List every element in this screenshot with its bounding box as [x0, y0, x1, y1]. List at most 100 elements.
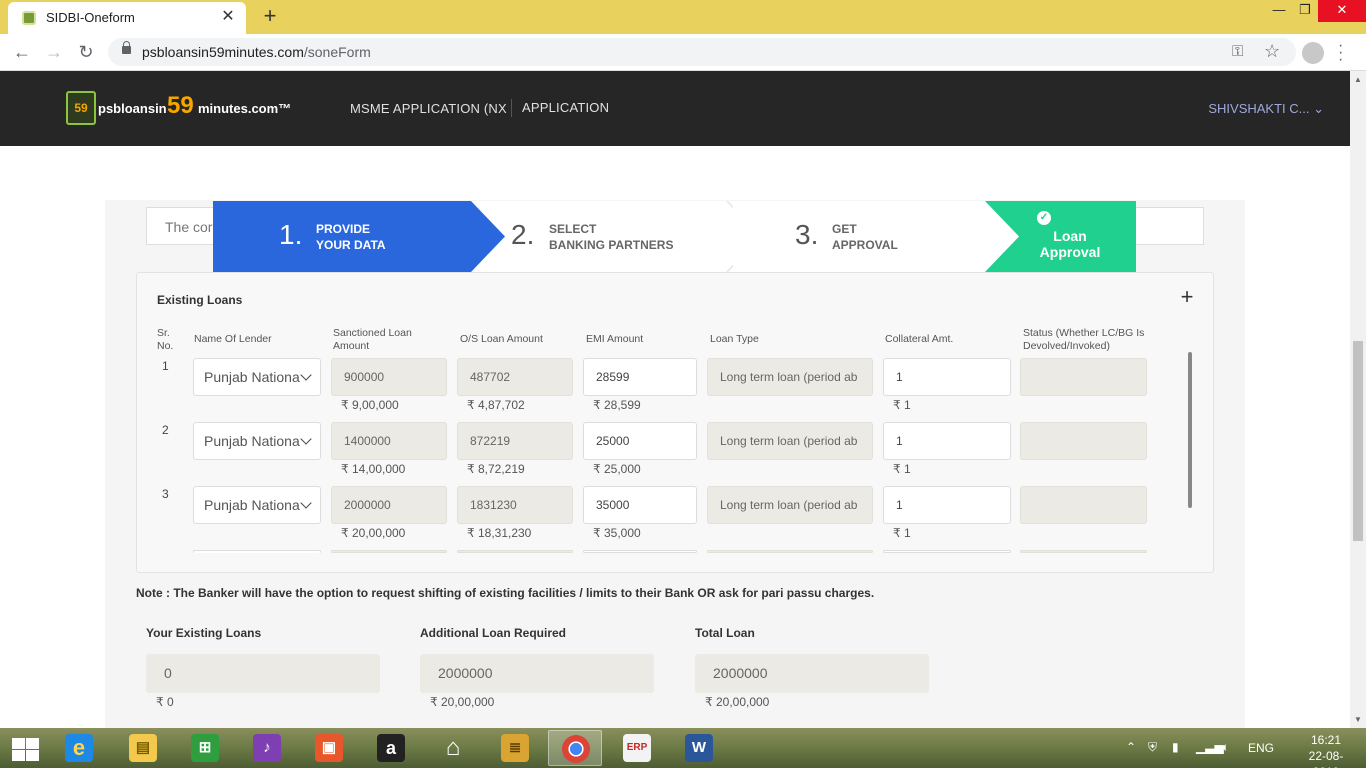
language-indicator[interactable]: ENG — [1248, 741, 1274, 755]
emi-amount-input[interactable]: 28599 — [583, 358, 697, 396]
system-clock[interactable]: 16:21 22-08-2019 — [1296, 732, 1356, 768]
reload-icon[interactable]: ↻ — [74, 40, 98, 64]
sanctioned-amount-field: 900000 — [331, 358, 447, 396]
additional-loan-formatted: ₹ 20,00,000 — [430, 695, 495, 709]
profile-avatar-icon[interactable] — [1302, 42, 1324, 64]
emi-amount-formatted: ₹ 35,000 — [593, 526, 641, 540]
collateral-amount-formatted: ₹ 1 — [893, 462, 911, 476]
col-header-collateral: Collateral Amt. — [885, 333, 954, 345]
os-amount-field: 487702 — [457, 358, 573, 396]
site-favicon-icon — [22, 11, 36, 25]
step-label: Loan Approval — [1039, 228, 1101, 260]
photos-icon[interactable]: ▣ — [302, 730, 356, 766]
scroll-down-icon[interactable]: ▼ — [1354, 715, 1362, 724]
nav-msme-application[interactable]: MSME APPLICATION (NX — [350, 101, 507, 116]
additional-loan-field: 2000000 — [420, 654, 654, 693]
forward-arrow-icon[interactable]: → — [42, 40, 66, 64]
key-icon[interactable]: ⚿ — [1232, 43, 1243, 60]
card-title: Existing Loans — [157, 293, 243, 307]
user-menu[interactable]: SHIVSHAKTI C... ⌄ — [1208, 101, 1324, 117]
existing-loans-total-field: 0 — [146, 654, 380, 693]
tab-title: SIDBI-Oneform — [46, 10, 135, 25]
emi-amount-input[interactable]: 35000 — [583, 486, 697, 524]
collateral-amount-input[interactable]: 1 — [883, 422, 1011, 460]
browser-tab[interactable]: SIDBI-Oneform ✕ — [8, 2, 246, 34]
sanctioned-amount-field: 2000000 — [331, 486, 447, 524]
network-icon[interactable]: ▁▃▅ — [1196, 740, 1224, 754]
step-label: PROVIDE YOUR DATA — [316, 222, 386, 252]
os-amount-formatted: ₹ 4,87,702 — [467, 398, 525, 412]
collateral-amount-input[interactable]: 1 — [883, 358, 1011, 396]
page-scrollbar[interactable]: ▲ ▼ — [1350, 71, 1366, 728]
address-bar[interactable]: psbloansin59minutes.com/soneForm ⚿ ☆ — [108, 38, 1296, 66]
collateral-amount-partial[interactable] — [883, 550, 1011, 553]
tally-icon[interactable]: ERP — [610, 730, 664, 766]
file-explorer-icon[interactable]: ▤ — [116, 730, 170, 766]
col-header-sanctioned: Sanctioned Loan Amount — [333, 327, 412, 352]
chevron-down-icon — [300, 433, 312, 445]
close-window-button[interactable]: ✕ — [1318, 0, 1366, 22]
defender-icon[interactable]: ⛨ — [1148, 740, 1157, 755]
browser-menu-icon[interactable]: · · · — [1338, 38, 1343, 68]
word-icon[interactable]: W — [672, 730, 726, 766]
notice-text: The cor — [165, 219, 213, 235]
chevron-down-icon — [300, 497, 312, 509]
notes-icon[interactable]: ≣ — [488, 730, 542, 766]
page-scrollbar-thumb[interactable] — [1353, 341, 1363, 541]
home-icon[interactable]: ⌂ — [426, 730, 480, 766]
windows-start-icon[interactable] — [10, 736, 40, 762]
store-icon[interactable]: ⊞ — [178, 730, 232, 766]
nav-divider — [511, 99, 512, 117]
collateral-amount-formatted: ₹ 1 — [893, 398, 911, 412]
emi-amount-input[interactable]: 25000 — [583, 422, 697, 460]
total-loan-label: Total Loan — [695, 626, 755, 640]
lender-select[interactable]: Punjab Nationa — [193, 422, 321, 460]
battery-icon[interactable]: ▮ — [1172, 740, 1179, 754]
existing-loans-label: Your Existing Loans — [146, 626, 262, 640]
chevron-down-icon — [300, 369, 312, 381]
loan-type-field: Long term loan (period ab — [707, 486, 873, 524]
new-tab-icon[interactable]: + — [258, 4, 282, 28]
add-loan-icon[interactable]: + — [1177, 286, 1197, 308]
col-header-emi: EMI Amount — [586, 333, 644, 345]
row-sr: 1 — [162, 359, 169, 373]
additional-loan-label: Additional Loan Required — [420, 626, 566, 640]
scroll-up-icon[interactable]: ▲ — [1354, 75, 1362, 84]
status-partial — [1020, 550, 1147, 553]
row-sr: 3 — [162, 487, 169, 501]
row-sr: 2 — [162, 423, 169, 437]
bookmark-star-icon[interactable]: ☆ — [1264, 41, 1280, 62]
total-loan-formatted: ₹ 20,00,000 — [705, 695, 770, 709]
step-select-banking-partners: 2. SELECT BANKING PARTNERS — [471, 201, 765, 272]
lender-select[interactable]: Punjab Nationa — [193, 358, 321, 396]
clock-time: 16:21 — [1310, 733, 1342, 747]
close-tab-icon[interactable]: ✕ — [218, 7, 238, 27]
existing-loans-card: Existing Loans + Sr. No. Name Of Lender … — [136, 272, 1214, 573]
logo-text-b: minutes.com™ — [198, 101, 292, 116]
site-header: 59 psbloansin 59 minutes.com™ MSME APPLI… — [0, 71, 1350, 146]
step-get-approval: 3. GET APPROVAL — [733, 201, 1023, 272]
step-number: 1. — [279, 219, 303, 250]
emi-amount-partial[interactable] — [583, 550, 697, 553]
media-icon[interactable]: ♪ — [240, 730, 294, 766]
lender-select-partial[interactable] — [193, 550, 321, 553]
tray-chevron-icon[interactable]: ⌃ — [1126, 740, 1136, 754]
url-text[interactable]: psbloansin59minutes.com/soneForm — [142, 44, 371, 60]
status-field — [1020, 422, 1147, 460]
step-label: SELECT BANKING PARTNERS — [549, 222, 674, 252]
sanctioned-amount-formatted: ₹ 14,00,000 — [341, 462, 406, 476]
ie-icon[interactable]: e — [52, 730, 106, 766]
col-header-sr: Sr. No. — [157, 327, 174, 352]
loan-type-partial — [707, 550, 873, 553]
back-arrow-icon[interactable]: ← — [10, 40, 34, 64]
volume-icon[interactable]: 🔈︎ — [1222, 740, 1229, 755]
collateral-amount-input[interactable]: 1 — [883, 486, 1011, 524]
os-amount-formatted: ₹ 8,72,219 — [467, 462, 525, 476]
amazon-icon[interactable]: a — [364, 730, 418, 766]
nav-application[interactable]: APPLICATION — [522, 100, 609, 115]
logo-number: 59 — [167, 92, 194, 119]
sanctioned-amount-partial — [331, 550, 447, 553]
table-scrollbar[interactable] — [1188, 352, 1192, 508]
lender-select[interactable]: Punjab Nationa — [193, 486, 321, 524]
chrome-icon[interactable] — [548, 730, 602, 766]
